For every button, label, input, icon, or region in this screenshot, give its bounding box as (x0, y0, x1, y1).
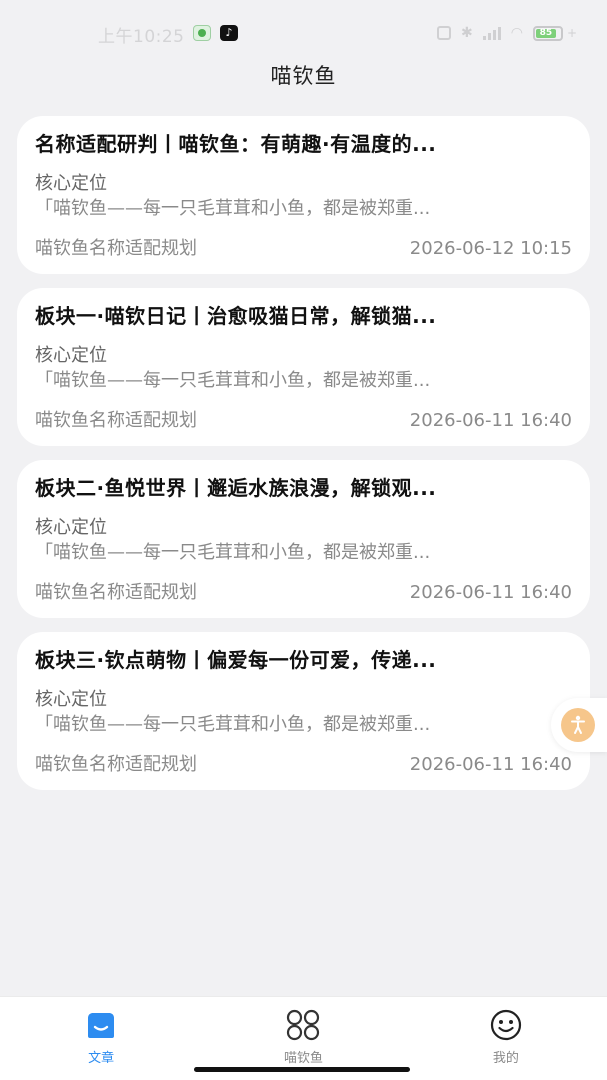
article-title: 板块二·鱼悦世界丨邂逅水族浪漫，解锁观... (35, 476, 437, 500)
article-source: 喵钦鱼名称适配规划 (35, 582, 197, 603)
article-icon (83, 1009, 119, 1041)
article-date: 2026-06-11 16:40 (409, 410, 572, 431)
article-label: 核心定位 (35, 689, 107, 710)
tab-profile[interactable]: 我的 (405, 997, 607, 1080)
status-time: 上午10:25 (98, 27, 185, 47)
vibrate-icon (436, 26, 451, 40)
article-card[interactable]: 板块一·喵钦日记丨治愈吸猫日常，解锁猫... 核心定位「喵钦鱼——每一只毛茸茸和小… (17, 288, 590, 446)
article-card[interactable]: 名称适配研判丨喵钦鱼：有萌趣·有温度的... 核心定位「喵钦鱼——每一只毛茸茸和小… (17, 116, 590, 274)
article-card[interactable]: 板块二·鱼悦世界丨邂逅水族浪漫，解锁观... 核心定位「喵钦鱼——每一只毛茸茸和小… (17, 460, 590, 618)
article-source: 喵钦鱼名称适配规划 (35, 410, 197, 431)
article-source: 喵钦鱼名称适配规划 (35, 754, 197, 775)
article-excerpt: 「喵钦鱼——每一只毛茸茸和小鱼，都是被郑重... (35, 370, 431, 391)
status-indicators: ✱ ◠ 85 + (436, 24, 577, 42)
article-title: 板块一·喵钦日记丨治愈吸猫日常，解锁猫... (35, 304, 437, 328)
battery-level: 85 (535, 28, 556, 38)
charging-icon: + (566, 26, 577, 40)
wechat-notification-icon (193, 25, 211, 41)
grid-icon (285, 1009, 321, 1041)
article-footer: 喵钦鱼名称适配规划 2026-06-11 16:40 (35, 752, 572, 778)
article-list: 名称适配研判丨喵钦鱼：有萌趣·有温度的... 核心定位 「喵钦鱼——每一只毛茸茸和小… (17, 116, 590, 804)
accessibility-icon (561, 708, 595, 742)
article-source: 喵钦鱼名称适配规划 (35, 238, 197, 259)
page-title: 喵钦鱼 (270, 64, 337, 88)
signal-icon (482, 26, 501, 40)
tab-articles-label: 文章 (88, 1051, 115, 1066)
wifi-icon: ◠ (510, 25, 523, 41)
article-title: 名称适配研判丨喵钦鱼：有萌趣·有温度的... (35, 132, 437, 156)
floating-assist-button[interactable] (551, 698, 607, 752)
article-date: 2026-06-12 10:15 (409, 238, 572, 259)
article-date: 2026-06-11 16:40 (409, 754, 572, 775)
article-footer: 喵钦鱼名称适配规划 2026-06-11 16:40 (35, 580, 572, 606)
status-bar: 上午10:25 ♪ ✱ ◠ 85 + (0, 0, 607, 66)
tiktok-notification-icon: ♪ (220, 25, 238, 41)
article-excerpt: 「喵钦鱼——每一只毛茸茸和小鱼，都是被郑重... (35, 714, 431, 735)
article-date: 2026-06-11 16:40 (409, 582, 572, 603)
article-excerpt: 「喵钦鱼——每一只毛茸茸和小鱼，都是被郑重... (35, 198, 431, 219)
article-label: 核心定位 (35, 517, 107, 538)
screen: 上午10:25 ♪ ✱ ◠ 85 + 喵钦鱼 名称适配研判丨喵钦鱼：有萌趣·有温… (0, 0, 607, 1080)
battery-icon: 85 (532, 25, 563, 41)
article-footer: 喵钦鱼名称适配规划 2026-06-12 10:15 (35, 236, 572, 262)
tab-miaoqinyu-label: 喵钦鱼 (283, 1051, 323, 1066)
article-label: 核心定位 (35, 345, 107, 366)
bluetooth-icon: ✱ (460, 25, 473, 41)
article-footer: 喵钦鱼名称适配规划 2026-06-11 16:40 (35, 408, 572, 434)
article-card[interactable]: 板块三·钦点萌物丨偏爱每一份可爱，传递... 核心定位「喵钦鱼——每一只毛茸茸和小… (17, 632, 590, 790)
tab-articles[interactable]: 文章 (0, 997, 202, 1080)
article-title: 板块三·钦点萌物丨偏爱每一份可爱，传递... (35, 648, 437, 672)
article-label: 核心定位 (35, 173, 107, 194)
article-excerpt: 「喵钦鱼——每一只毛茸茸和小鱼，都是被郑重... (35, 542, 431, 563)
home-indicator[interactable] (194, 1067, 410, 1072)
tab-profile-label: 我的 (492, 1051, 519, 1066)
smile-icon (488, 1009, 524, 1041)
